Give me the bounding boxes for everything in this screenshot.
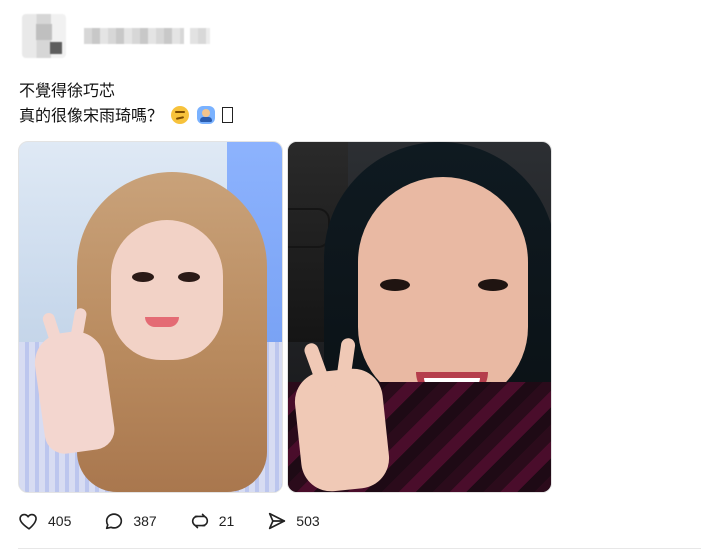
- like-button[interactable]: 405: [18, 510, 71, 532]
- repost-button[interactable]: 21: [189, 510, 235, 532]
- person-raising-hand-icon: [197, 106, 216, 124]
- post-text: 不覺得徐巧芯 真的很像宋雨琦嗎？: [19, 78, 234, 128]
- image-eye-right: [478, 279, 508, 291]
- blurred-meta: [190, 28, 210, 44]
- image-face: [111, 220, 223, 360]
- image-eye-right: [178, 272, 200, 282]
- post-image-left[interactable]: [18, 141, 283, 493]
- repost-icon: [191, 513, 208, 529]
- heart-icon: [19, 513, 37, 530]
- comment-count: 387: [133, 513, 157, 529]
- comment-button[interactable]: 387: [103, 510, 157, 532]
- image-eye-left: [132, 272, 154, 282]
- send-icon: [269, 512, 286, 530]
- thinking-face-icon: [171, 106, 190, 124]
- blurred-username[interactable]: [84, 28, 184, 44]
- post-text-line-2-value: 真的很像宋雨琦嗎？: [19, 106, 164, 125]
- post-text-line-2: 真的很像宋雨琦嗎？: [19, 103, 234, 128]
- comment-icon: [106, 513, 123, 530]
- share-count: 503: [296, 513, 320, 529]
- like-count: 405: [48, 513, 72, 529]
- post-actions: 405 387 21 503: [18, 510, 320, 532]
- post-header: [22, 14, 210, 58]
- post-text-line-1-value: 不覺得徐巧芯: [19, 81, 116, 100]
- avatar[interactable]: [22, 14, 66, 58]
- author-name-blurred[interactable]: [84, 28, 210, 44]
- image-glasses: [288, 208, 330, 248]
- missing-glyph-icon: [222, 107, 234, 123]
- image-eye-left: [380, 279, 410, 291]
- post-image-right[interactable]: [287, 141, 552, 493]
- repost-count: 21: [218, 513, 235, 529]
- share-button[interactable]: 503: [266, 510, 320, 532]
- post-text-line-1: 不覺得徐巧芯: [19, 78, 233, 103]
- image-lips: [145, 317, 179, 327]
